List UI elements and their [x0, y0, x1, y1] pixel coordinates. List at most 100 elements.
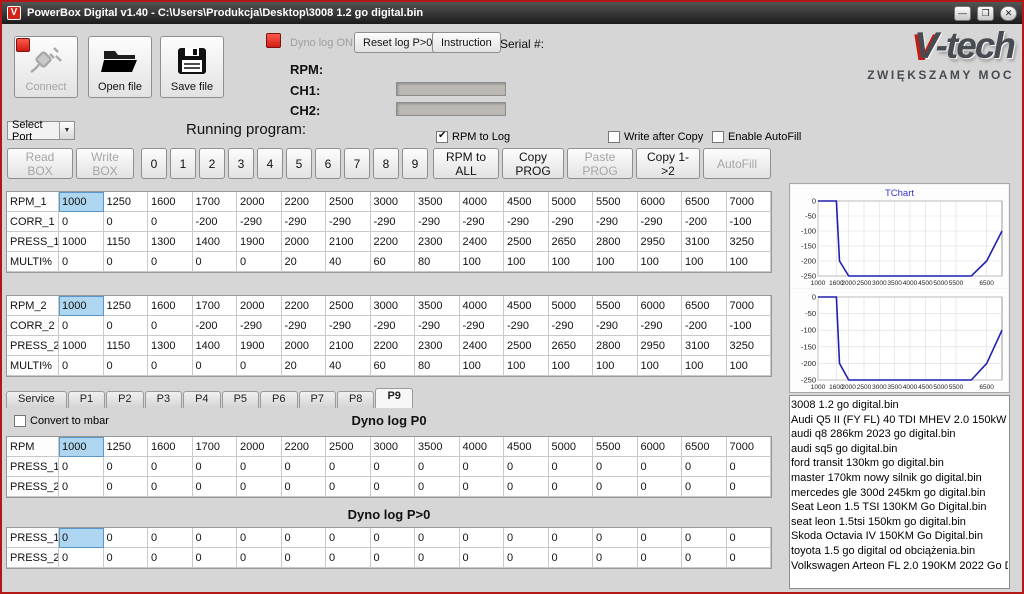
table-cell[interactable]: 1250	[104, 192, 149, 212]
table-cell[interactable]: 2500	[504, 232, 549, 252]
table-cell[interactable]: 0	[193, 356, 238, 376]
table-cell[interactable]: -290	[549, 212, 594, 232]
table-cell[interactable]: 0	[59, 457, 104, 477]
table-cell[interactable]: 3000	[371, 437, 416, 457]
file-list-item[interactable]: audi sq5 go digital.bin	[791, 442, 1008, 457]
table-cell[interactable]: 0	[682, 548, 727, 568]
table-cell[interactable]: 0	[104, 212, 149, 232]
table-cell[interactable]: 0	[193, 457, 238, 477]
file-list-item[interactable]: master 170km nowy silnik go digital.bin	[791, 471, 1008, 486]
table-cell[interactable]: 1900	[237, 336, 282, 356]
file-list-item[interactable]: Seat Leon 1.5 TSI 130KM Go Digital.bin	[791, 500, 1008, 515]
table-cell[interactable]: -290	[282, 316, 327, 336]
table-cell[interactable]: 0	[104, 528, 149, 548]
table-cell[interactable]: 0	[282, 457, 327, 477]
table-cell[interactable]: 0	[282, 548, 327, 568]
table-cell[interactable]: 0	[371, 528, 416, 548]
table-cell[interactable]: 0	[282, 528, 327, 548]
table-cell[interactable]: 0	[638, 477, 683, 497]
file-list-item[interactable]: mercedes gle 300d 245km go digital.bin	[791, 486, 1008, 501]
table-cell[interactable]: -290	[282, 212, 327, 232]
table-cell[interactable]: 0	[148, 528, 193, 548]
table-cell[interactable]: 2000	[237, 437, 282, 457]
table-cell[interactable]: 3500	[415, 192, 460, 212]
table-cell[interactable]: 0	[326, 457, 371, 477]
table-cell[interactable]: 2500	[326, 437, 371, 457]
tab-p5[interactable]: P5	[222, 391, 259, 408]
table-cell[interactable]: 0	[682, 477, 727, 497]
table-cell[interactable]: 20	[282, 356, 327, 376]
table-cell[interactable]: 1300	[148, 336, 193, 356]
instruction-button[interactable]: Instruction	[432, 32, 501, 53]
table-cell[interactable]: 0	[326, 477, 371, 497]
table-cell[interactable]: 4500	[504, 437, 549, 457]
table-cell[interactable]: 2200	[282, 296, 327, 316]
table-cell[interactable]: 0	[549, 548, 594, 568]
table-cell[interactable]: -200	[682, 212, 727, 232]
rpm-to-all-button[interactable]: RPM to ALL	[433, 148, 499, 179]
table-cell[interactable]: 3100	[682, 336, 727, 356]
table-cell[interactable]: 0	[148, 477, 193, 497]
table-cell[interactable]: 2000	[282, 232, 327, 252]
tab-p4[interactable]: P4	[183, 391, 220, 408]
table-cell[interactable]: 0	[59, 212, 104, 232]
table-cell[interactable]: 5000	[549, 437, 594, 457]
tab-p3[interactable]: P3	[145, 391, 182, 408]
table-cell[interactable]: 2500	[504, 336, 549, 356]
table-cell[interactable]: -290	[549, 316, 594, 336]
tab-service[interactable]: Service	[6, 391, 67, 408]
table-cell[interactable]: 2300	[415, 336, 460, 356]
copy-prog-button[interactable]: Copy PROG	[502, 148, 564, 179]
table-cell[interactable]: 0	[460, 548, 505, 568]
file-list-item[interactable]: Audi Q5 II (FY FL) 40 TDI MHEV 2.0 150kW…	[791, 413, 1008, 428]
digit-button-1[interactable]: 1	[170, 148, 196, 179]
table-cell[interactable]: 0	[460, 457, 505, 477]
table-cell[interactable]: -290	[460, 212, 505, 232]
table-cell[interactable]: 0	[549, 528, 594, 548]
table-cell[interactable]: -290	[593, 316, 638, 336]
table-cell[interactable]: 6000	[638, 296, 683, 316]
table-cell[interactable]: 3250	[727, 232, 772, 252]
file-list-item[interactable]: Skoda Octavia IV 150KM Go Digital.bin	[791, 529, 1008, 544]
table-cell[interactable]: 0	[593, 548, 638, 568]
table-cell[interactable]: 6500	[682, 296, 727, 316]
table-cell[interactable]: 0	[638, 528, 683, 548]
table-cell[interactable]: 0	[104, 316, 149, 336]
table-cell[interactable]: 6000	[638, 192, 683, 212]
table-cell[interactable]: 1300	[148, 232, 193, 252]
digit-button-5[interactable]: 5	[286, 148, 312, 179]
table-cell[interactable]: 5000	[549, 192, 594, 212]
table-cell[interactable]: 2100	[326, 232, 371, 252]
table-cell[interactable]: 0	[638, 548, 683, 568]
table-cell[interactable]: 0	[682, 457, 727, 477]
table-cell[interactable]: 0	[104, 477, 149, 497]
close-button[interactable]: ✕	[1000, 6, 1017, 21]
table-cell[interactable]: 5500	[593, 437, 638, 457]
table-cell[interactable]: 0	[415, 477, 460, 497]
table-cell[interactable]: 4500	[504, 192, 549, 212]
table-cell[interactable]: 0	[326, 528, 371, 548]
table-cell[interactable]: -290	[371, 316, 416, 336]
table-cell[interactable]: 5000	[549, 296, 594, 316]
table-cell[interactable]: 0	[682, 528, 727, 548]
tab-p2[interactable]: P2	[106, 391, 143, 408]
table-cell[interactable]: 0	[460, 477, 505, 497]
table-cell[interactable]: 0	[593, 457, 638, 477]
table-cell[interactable]: 0	[148, 356, 193, 376]
table-cell[interactable]: 100	[460, 252, 505, 272]
table-cell[interactable]: 1150	[104, 336, 149, 356]
table-cell[interactable]: 0	[460, 528, 505, 548]
table-cell[interactable]: -290	[638, 316, 683, 336]
digit-button-9[interactable]: 9	[402, 148, 428, 179]
table-cell[interactable]: 2400	[460, 336, 505, 356]
table-cell[interactable]: 4000	[460, 296, 505, 316]
table-cell[interactable]: 0	[104, 356, 149, 376]
table-cell[interactable]: 0	[415, 528, 460, 548]
table-cell[interactable]: 0	[148, 212, 193, 232]
table-cell[interactable]: 2000	[282, 336, 327, 356]
table-cell[interactable]: 0	[59, 548, 104, 568]
table-cell[interactable]: 100	[504, 356, 549, 376]
table-cell[interactable]: 0	[237, 528, 282, 548]
table-cell[interactable]: 2800	[593, 232, 638, 252]
table-cell[interactable]: 4000	[460, 437, 505, 457]
